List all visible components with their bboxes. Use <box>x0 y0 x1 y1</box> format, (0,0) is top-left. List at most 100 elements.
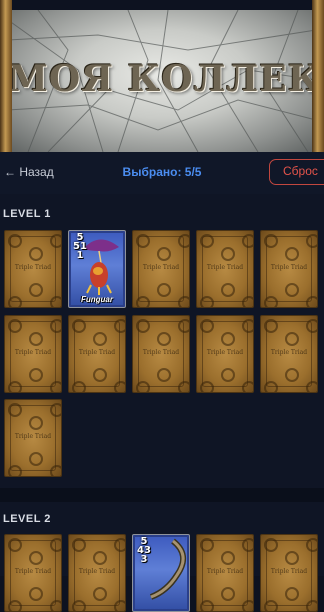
card-brand: Triple Triad <box>142 264 180 271</box>
left-pillar <box>0 0 12 152</box>
ornament-icon <box>72 600 86 611</box>
card-back[interactable]: Triple Triad <box>260 230 318 308</box>
card-back[interactable]: Triple Triad <box>4 230 62 308</box>
card-back[interactable]: Triple Triad <box>196 230 254 308</box>
card-brand: Triple Triad <box>206 349 244 356</box>
card-back[interactable]: Triple Triad <box>132 230 190 308</box>
ornament-icon <box>264 319 278 333</box>
ornament-icon <box>178 296 189 307</box>
card-brand: Triple Triad <box>206 264 244 271</box>
ornament-icon <box>50 538 61 552</box>
ornament-icon <box>200 538 214 552</box>
ornament-icon <box>29 587 43 601</box>
ornament-icon <box>114 538 125 552</box>
ornament-icon <box>114 319 125 333</box>
ornament-icon <box>136 296 150 307</box>
ornament-icon <box>114 381 125 392</box>
ornament-icon <box>200 600 214 611</box>
ornament-icon <box>29 247 43 261</box>
ornament-icon <box>306 234 317 248</box>
ornament-icon <box>8 319 22 333</box>
card-brand: Triple Triad <box>14 568 52 575</box>
ornament-icon <box>8 234 22 248</box>
ornament-icon <box>242 600 253 611</box>
card-back[interactable]: Triple Triad <box>196 534 254 612</box>
card-brand: Triple Triad <box>142 349 180 356</box>
ornament-icon <box>8 600 22 611</box>
ornament-icon <box>50 234 61 248</box>
card-brand: Triple Triad <box>206 568 244 575</box>
ornament-icon <box>29 452 43 466</box>
ornament-icon <box>264 538 278 552</box>
ornament-icon <box>93 587 107 601</box>
reset-button[interactable]: Сброс <box>269 159 324 185</box>
ornament-icon <box>50 319 61 333</box>
ornament-icon <box>29 368 43 382</box>
ornament-icon <box>29 283 43 297</box>
right-pillar <box>312 0 324 152</box>
ornament-icon <box>29 551 43 565</box>
ornament-icon <box>264 234 278 248</box>
ornament-icon <box>221 368 235 382</box>
ornament-icon <box>306 600 317 611</box>
ornament-icon <box>200 296 214 307</box>
ornament-icon <box>29 416 43 430</box>
ornament-icon <box>29 332 43 346</box>
ornament-icon <box>264 296 278 307</box>
ornament-icon <box>157 283 171 297</box>
ornament-icon <box>242 234 253 248</box>
card-face[interactable]: 5 43 3 <box>132 534 190 612</box>
ornament-icon <box>178 234 189 248</box>
card-back[interactable]: Triple Triad <box>132 315 190 393</box>
ornament-icon <box>306 296 317 307</box>
ornament-icon <box>50 465 61 476</box>
collection-banner: МОЯ КОЛЛЕКЦИЯ <box>0 0 324 152</box>
ornament-icon <box>178 381 189 392</box>
card-back[interactable]: Triple Triad <box>68 534 126 612</box>
card-face[interactable]: 5 51 1 Funguar <box>68 230 126 308</box>
rank-value: 1 <box>73 250 84 261</box>
card-back[interactable]: Triple Triad <box>196 315 254 393</box>
card-ranks: 5 51 1 <box>73 233 87 261</box>
ornament-icon <box>221 551 235 565</box>
ornament-icon <box>242 538 253 552</box>
card-back[interactable]: Triple Triad <box>68 315 126 393</box>
ornament-icon <box>285 587 299 601</box>
ornament-icon <box>157 247 171 261</box>
ornament-icon <box>136 319 150 333</box>
ornament-icon <box>221 332 235 346</box>
card-back[interactable]: Triple Triad <box>4 399 62 477</box>
ornament-icon <box>114 600 125 611</box>
card-name: Funguar <box>81 295 113 304</box>
ornament-icon <box>264 381 278 392</box>
ornament-icon <box>157 332 171 346</box>
page-title: МОЯ КОЛЛЕКЦИЯ <box>8 58 316 100</box>
ornament-icon <box>221 283 235 297</box>
ornament-icon <box>8 296 22 307</box>
card-brand: Triple Triad <box>270 568 308 575</box>
level-label: LEVEL 1 <box>3 208 51 220</box>
card-back[interactable]: Triple Triad <box>4 315 62 393</box>
card-brand: Triple Triad <box>78 568 116 575</box>
ornament-icon <box>200 234 214 248</box>
ornament-icon <box>72 319 86 333</box>
card-back[interactable]: Triple Triad <box>4 534 62 612</box>
ornament-icon <box>93 368 107 382</box>
ornament-icon <box>242 296 253 307</box>
card-back[interactable]: Triple Triad <box>260 534 318 612</box>
ornament-icon <box>306 538 317 552</box>
level-section-1: LEVEL 1 Triple Triad 5 51 1 Funguar Triple … <box>0 194 324 488</box>
rank-value: 3 <box>137 554 148 565</box>
ornament-icon <box>285 332 299 346</box>
card-brand: Triple Triad <box>14 264 52 271</box>
ornament-icon <box>72 381 86 392</box>
card-back[interactable]: Triple Triad <box>260 315 318 393</box>
ornament-icon <box>285 247 299 261</box>
ornament-icon <box>178 319 189 333</box>
ornament-icon <box>285 283 299 297</box>
ornament-icon <box>93 332 107 346</box>
card-brand: Triple Triad <box>14 349 52 356</box>
card-ranks: 5 43 3 <box>137 537 151 565</box>
ornament-icon <box>136 234 150 248</box>
ornament-icon <box>264 600 278 611</box>
